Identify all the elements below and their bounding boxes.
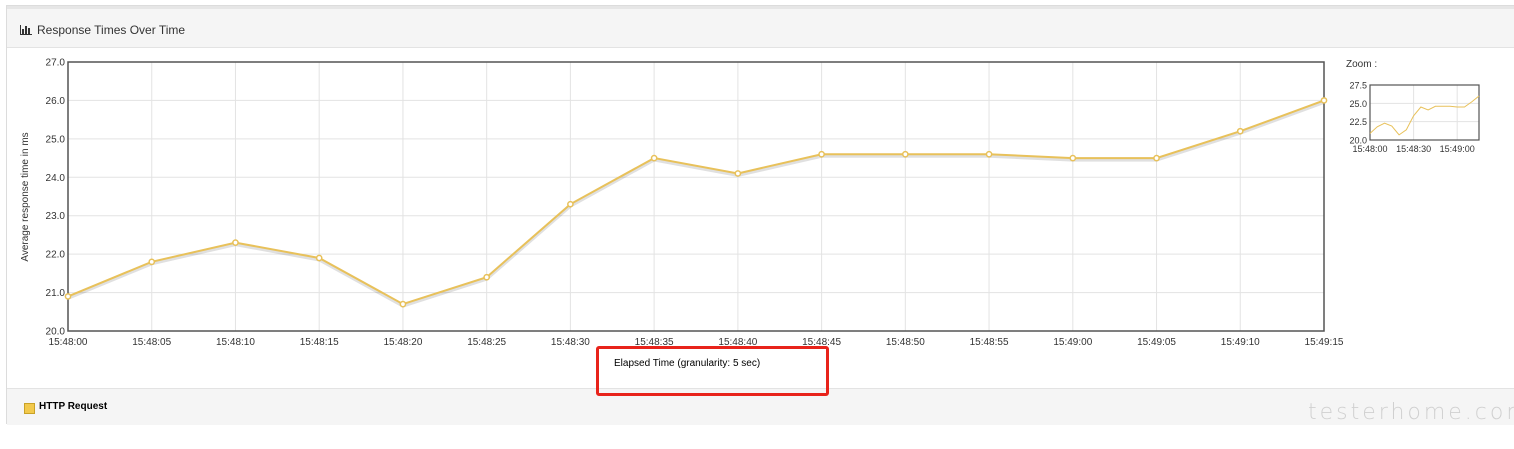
x-tick-label: 15:49:15 — [1305, 337, 1344, 348]
zoom-overview[interactable]: 27.525.022.520.015:48:00 15:48:30 15:49:00 — [1349, 81, 1480, 155]
data-point[interactable] — [567, 200, 574, 208]
y-tick-label: 20.0 — [46, 327, 66, 338]
data-point[interactable] — [1153, 154, 1160, 162]
data-point[interactable] — [818, 150, 825, 158]
data-point[interactable] — [985, 150, 993, 158]
y-axis-label: Average response time in ms — [20, 132, 31, 261]
y-axis-ticks: 20.0 21.0 22.0 23.0 24.0 25.0 26.0 27.0 — [46, 58, 66, 338]
series-line — [67, 99, 1325, 306]
y-tick-label: 27.0 — [46, 58, 66, 69]
zoom-y-tick-label: 25.0 — [1349, 99, 1367, 109]
x-tick-label: 15:49:10 — [1221, 337, 1260, 348]
zoom-x-tick-label: 15:48:00 — [1352, 144, 1387, 154]
data-point[interactable] — [148, 258, 156, 266]
data-point[interactable] — [1069, 154, 1077, 162]
y-tick-label: 26.0 — [46, 96, 66, 107]
y-tick-label: 23.0 — [46, 211, 66, 222]
x-tick-label: 15:48:20 — [383, 337, 422, 348]
x-tick-label: 15:48:00 — [49, 337, 88, 348]
zoom-x-tick-label: 15:48:30 — [1396, 144, 1431, 154]
x-tick-label: 15:48:55 — [970, 337, 1009, 348]
zoom-frame — [1369, 84, 1480, 141]
zoom-y-tick-label: 27.5 — [1349, 81, 1367, 91]
annotation-highlight-box — [596, 346, 829, 396]
zoom-x-tick-label: 15:49:00 — [1440, 144, 1475, 154]
data-point[interactable] — [901, 150, 909, 158]
data-point[interactable] — [64, 293, 72, 300]
zoom-series-line — [1369, 95, 1480, 136]
zoom-y-tick-label: 22.5 — [1349, 117, 1367, 127]
x-tick-label: 15:48:05 — [132, 337, 171, 348]
data-point[interactable] — [483, 273, 491, 281]
data-point[interactable] — [650, 154, 658, 162]
data-point[interactable] — [315, 254, 323, 262]
watermark: testerhome.com — [1308, 400, 1514, 425]
x-tick-label: 15:48:15 — [300, 337, 339, 348]
grid-lines — [67, 61, 1325, 332]
x-tick-label: 15:49:00 — [1053, 337, 1092, 348]
x-tick-label: 15:48:25 — [467, 337, 506, 348]
y-tick-label: 21.0 — [46, 288, 66, 299]
data-point[interactable] — [232, 239, 239, 246]
series-line-shadow — [67, 101, 1325, 308]
data-point[interactable] — [1236, 127, 1244, 135]
y-tick-label: 25.0 — [46, 134, 66, 145]
x-tick-label: 15:49:05 — [1137, 337, 1176, 348]
data-point[interactable] — [734, 170, 742, 177]
zoom-label: Zoom : — [1346, 59, 1377, 70]
data-point[interactable] — [1320, 97, 1328, 104]
y-tick-label: 22.0 — [46, 250, 66, 261]
x-tick-label: 15:48:10 — [216, 337, 255, 348]
y-tick-label: 24.0 — [46, 173, 66, 184]
x-tick-label: 15:48:30 — [551, 337, 590, 348]
x-tick-label: 15:48:50 — [886, 337, 925, 348]
plot-frame — [67, 61, 1325, 332]
series-http-request — [64, 97, 1328, 308]
data-point[interactable] — [399, 300, 407, 308]
